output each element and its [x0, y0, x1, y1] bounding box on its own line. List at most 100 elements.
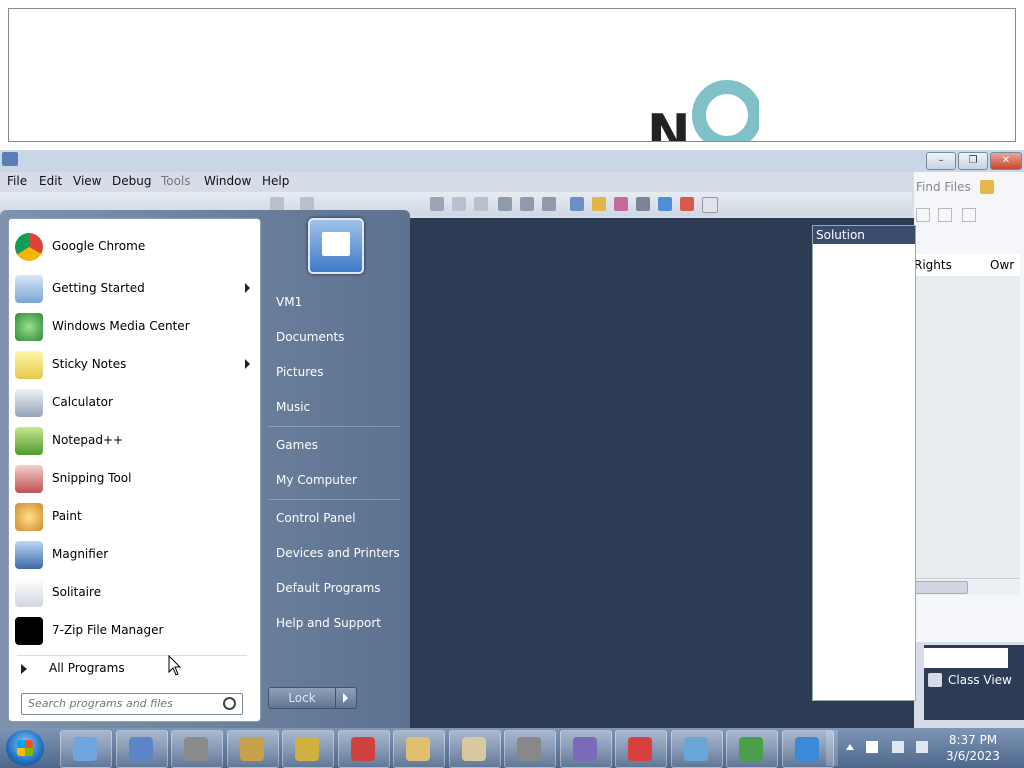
- taskbar-chess-button[interactable]: [171, 730, 223, 768]
- taskbar-windows-button[interactable]: [726, 730, 778, 768]
- start-link-help-support[interactable]: Help and Support: [276, 616, 381, 630]
- restore-button[interactable]: ❐: [958, 152, 988, 170]
- app-logo-icon: N: [649, 80, 759, 141]
- menu-tools[interactable]: Tools: [161, 174, 191, 188]
- class-view-tab[interactable]: Class View: [924, 669, 1024, 691]
- program-label: Magnifier: [52, 547, 109, 561]
- scrollbar-thumb[interactable]: [914, 581, 968, 594]
- start-program-snipping-tool[interactable]: Snipping Tool: [11, 461, 258, 497]
- start-program-media-center[interactable]: Windows Media Center: [11, 309, 258, 345]
- start-link-documents[interactable]: Documents: [276, 330, 344, 344]
- object-browser-icon[interactable]: [614, 197, 628, 211]
- start-program-chrome[interactable]: Google Chrome: [11, 229, 258, 265]
- start-search-box[interactable]: [21, 693, 243, 715]
- action-center-flag-icon[interactable]: [866, 741, 878, 753]
- class-view-icon: [928, 673, 942, 687]
- program-label: Snipping Tool: [52, 471, 132, 485]
- start-link-devices-printers[interactable]: Devices and Printers: [276, 546, 400, 560]
- start-link-my-computer[interactable]: My Computer: [276, 473, 357, 487]
- menu-view[interactable]: View: [73, 174, 101, 188]
- volume-icon[interactable]: [916, 741, 928, 753]
- spider-solitaire-icon: [572, 737, 597, 761]
- all-programs-button[interactable]: All Programs: [17, 655, 247, 680]
- column-rights[interactable]: Rights: [914, 258, 952, 272]
- taskbar-clock[interactable]: 8:37 PM 3/6/2023: [940, 732, 1006, 764]
- start-program-calculator[interactable]: Calculator: [11, 385, 258, 421]
- start-link-default-programs[interactable]: Default Programs: [276, 581, 381, 595]
- step-into-icon[interactable]: [520, 197, 534, 211]
- taskbar-mahjong-button[interactable]: [282, 730, 334, 768]
- start-program-sticky-notes[interactable]: Sticky Notes: [11, 347, 258, 383]
- close-button[interactable]: ✕: [990, 152, 1022, 170]
- seven-zip-icon: [15, 617, 43, 645]
- snipping-tool-icon: [15, 465, 43, 493]
- taskbar-paper-plane-button[interactable]: [670, 730, 723, 768]
- add-icon[interactable]: [916, 208, 930, 222]
- start-program-magnifier[interactable]: Magnifier: [11, 537, 258, 573]
- step-out-icon[interactable]: [542, 197, 556, 211]
- mahjong-tiles-icon: [461, 737, 486, 761]
- user-picture[interactable]: [308, 218, 364, 274]
- separator: [268, 426, 400, 427]
- taskbar-mahjong-tiles-button[interactable]: [448, 730, 501, 768]
- window-icon[interactable]: [702, 197, 718, 213]
- filter-icon[interactable]: [962, 208, 976, 222]
- taskbar-remote-desktop-button[interactable]: [115, 730, 168, 768]
- paint-icon: [15, 503, 43, 531]
- start-search-input[interactable]: [22, 694, 218, 712]
- start-link-control-panel[interactable]: Control Panel: [276, 511, 356, 525]
- taskbar-spider-solitaire-button[interactable]: [559, 730, 612, 768]
- taskbar-media-player-button[interactable]: [60, 730, 112, 768]
- start-menu-programs: Google Chrome Getting Started Windows Medi…: [8, 218, 261, 722]
- column-owner[interactable]: Owr: [990, 258, 1014, 272]
- show-hidden-icons-icon[interactable]: [846, 744, 854, 750]
- start-program-solitaire[interactable]: Solitaire: [11, 575, 258, 611]
- play-icon[interactable]: [430, 197, 444, 211]
- pause-icon[interactable]: [452, 197, 466, 211]
- remove-icon[interactable]: [938, 208, 952, 222]
- chess-icon: [184, 737, 208, 761]
- minimize-button[interactable]: –: [926, 152, 956, 170]
- taskbar-settings-gear-button[interactable]: [504, 730, 556, 768]
- menu-window[interactable]: Window: [204, 174, 251, 188]
- start-link-pictures[interactable]: Pictures: [276, 365, 324, 379]
- horizontal-scrollbar[interactable]: [914, 578, 1020, 595]
- start-link-music[interactable]: Music: [276, 400, 310, 414]
- start-program-getting-started[interactable]: Getting Started: [11, 271, 258, 307]
- class-view-icon[interactable]: [658, 197, 672, 211]
- start-program-paint[interactable]: Paint: [11, 499, 258, 535]
- step-icon[interactable]: [498, 197, 512, 211]
- start-link-games[interactable]: Games: [276, 438, 318, 452]
- taskbar-hearts-button[interactable]: [615, 730, 667, 768]
- find-icon[interactable]: [570, 197, 584, 211]
- taskbar-spades-button[interactable]: [393, 730, 445, 768]
- start-program-seven-zip[interactable]: 7-Zip File Manager: [11, 613, 258, 649]
- program-label: Notepad++: [52, 433, 124, 447]
- taskbar-purble-button[interactable]: [337, 730, 390, 768]
- menu-file[interactable]: File: [7, 174, 27, 188]
- menu-debug[interactable]: Debug: [112, 174, 151, 188]
- shutdown-options-arrow[interactable]: [335, 687, 357, 709]
- start-link-vm1[interactable]: VM1: [276, 295, 302, 309]
- error-list-icon[interactable]: [680, 197, 694, 211]
- network-icon[interactable]: [892, 741, 904, 753]
- taskbar-hearts-king-button[interactable]: [226, 730, 279, 768]
- lock-button[interactable]: Lock: [268, 687, 336, 709]
- tools-icon[interactable]: [636, 197, 650, 211]
- program-label: Windows Media Center: [52, 319, 190, 333]
- undo-icon[interactable]: [270, 197, 284, 211]
- program-label: Solitaire: [52, 585, 102, 599]
- calculator-icon: [15, 389, 43, 417]
- menu-help[interactable]: Help: [262, 174, 289, 188]
- taskbar-scroll[interactable]: [826, 730, 838, 766]
- start-button[interactable]: [6, 730, 44, 766]
- properties-icon[interactable]: [592, 197, 606, 211]
- start-program-notepadpp[interactable]: Notepad++: [11, 423, 258, 459]
- getting-started-icon: [15, 275, 43, 303]
- stop-icon[interactable]: [474, 197, 488, 211]
- menu-edit[interactable]: Edit: [39, 174, 62, 188]
- submenu-arrow-icon: [245, 359, 250, 369]
- find-files-button[interactable]: Find Files: [916, 180, 971, 194]
- hierarchy-icon[interactable]: [980, 180, 994, 194]
- redo-icon[interactable]: [300, 197, 314, 211]
